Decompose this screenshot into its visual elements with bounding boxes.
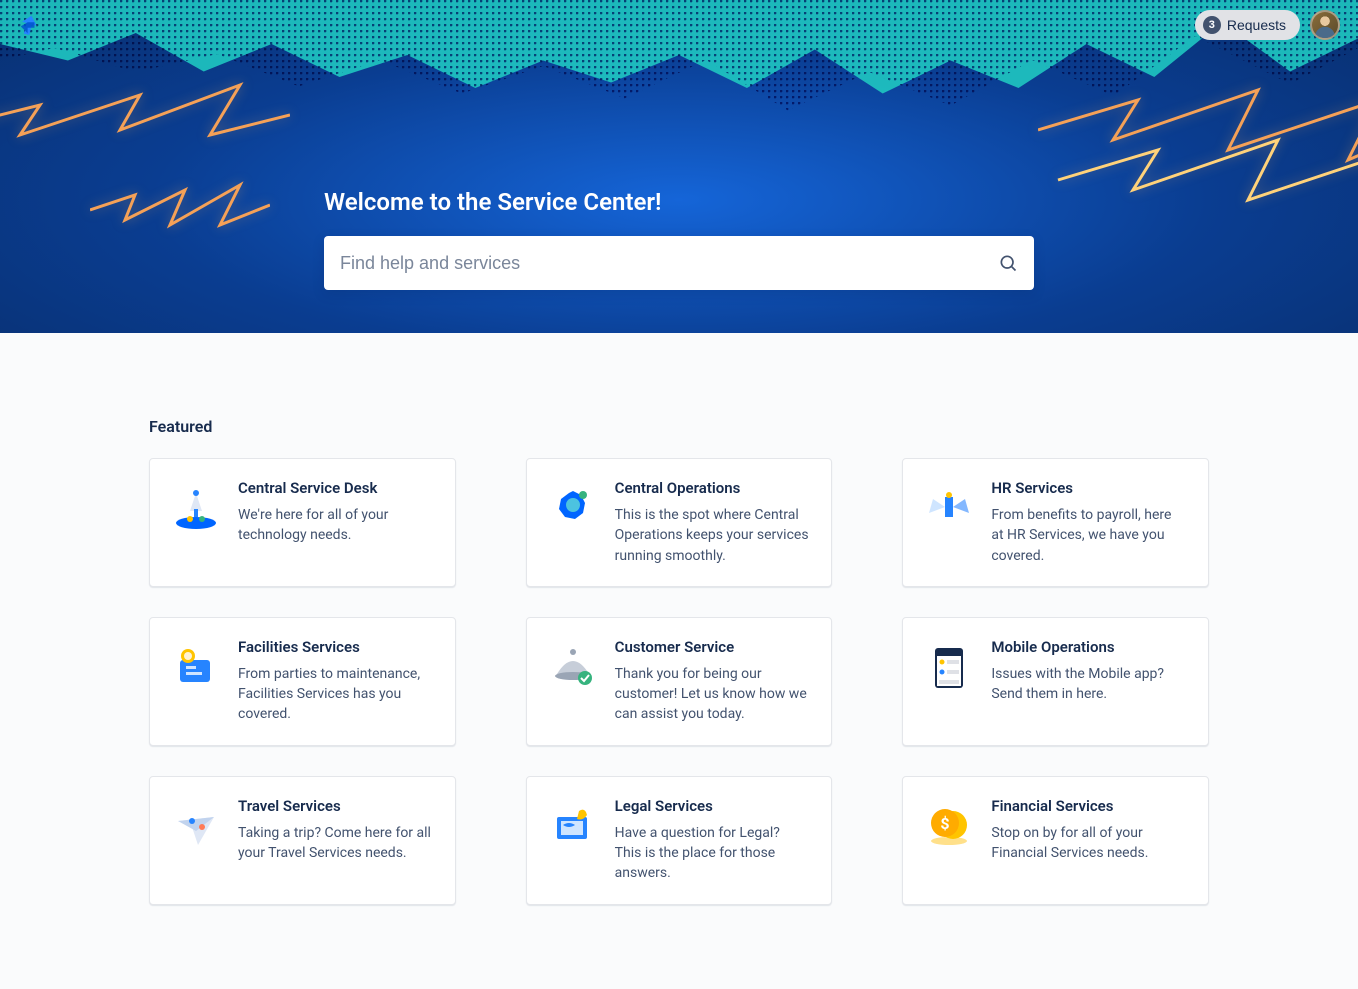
card-desc: From parties to maintenance, Facilities … — [238, 664, 433, 725]
card-desc: Thank you for being our customer! Let us… — [615, 664, 810, 725]
section-title-featured: Featured — [149, 417, 1209, 436]
card-travel-services[interactable]: Travel Services Taking a trip? Come here… — [149, 776, 456, 905]
search-icon[interactable] — [998, 253, 1018, 273]
financial-icon: $ — [925, 801, 973, 849]
card-desc: From benefits to payroll, here at HR Ser… — [991, 505, 1186, 566]
card-title: Facilities Services — [238, 638, 433, 656]
card-title: Legal Services — [615, 797, 810, 815]
card-customer-service[interactable]: Customer Service Thank you for being our… — [526, 617, 833, 746]
card-desc: Stop on by for all of your Financial Ser… — [991, 823, 1186, 864]
card-central-operations[interactable]: Central Operations This is the spot wher… — [526, 458, 833, 587]
lightning-icon — [90, 170, 270, 260]
card-title: HR Services — [991, 479, 1186, 497]
card-financial-services[interactable]: $ Financial Services Stop on by for all … — [902, 776, 1209, 905]
card-desc: Taking a trip? Come here for all your Tr… — [238, 823, 433, 864]
lightning-icon — [1038, 70, 1358, 240]
card-title: Central Operations — [615, 479, 810, 497]
svg-text:$: $ — [941, 814, 950, 833]
search-input-wrap[interactable] — [324, 236, 1034, 290]
requests-label: Requests — [1227, 17, 1286, 33]
card-central-service-desk[interactable]: Central Service Desk We're here for all … — [149, 458, 456, 587]
legal-icon — [549, 801, 597, 849]
card-mobile-operations[interactable]: Mobile Operations Issues with the Mobile… — [902, 617, 1209, 746]
card-title: Financial Services — [991, 797, 1186, 815]
requests-button[interactable]: 3 Requests — [1195, 10, 1300, 40]
page-title: Welcome to the Service Center! — [324, 188, 1034, 216]
card-title: Mobile Operations — [991, 638, 1186, 656]
card-hr-services[interactable]: HR Services From benefits to payroll, he… — [902, 458, 1209, 587]
search-input[interactable] — [340, 253, 998, 274]
card-title: Travel Services — [238, 797, 433, 815]
card-desc: Issues with the Mobile app? Send them in… — [991, 664, 1186, 705]
mobile-icon — [925, 642, 973, 690]
requests-count-badge: 3 — [1203, 16, 1221, 34]
card-title: Customer Service — [615, 638, 810, 656]
avatar[interactable] — [1310, 10, 1340, 40]
card-title: Central Service Desk — [238, 479, 433, 497]
card-desc: We're here for all of your technology ne… — [238, 505, 433, 546]
card-desc: Have a question for Legal? This is the p… — [615, 823, 810, 884]
travel-icon — [172, 801, 220, 849]
customer-service-icon — [549, 642, 597, 690]
card-facilities-services[interactable]: Facilities Services From parties to main… — [149, 617, 456, 746]
card-legal-services[interactable]: Legal Services Have a question for Legal… — [526, 776, 833, 905]
facilities-icon — [172, 642, 220, 690]
card-desc: This is the spot where Central Operation… — [615, 505, 810, 566]
hr-icon — [925, 483, 973, 531]
service-desk-icon — [172, 483, 220, 531]
logo-icon[interactable] — [18, 14, 40, 36]
operations-icon — [549, 483, 597, 531]
